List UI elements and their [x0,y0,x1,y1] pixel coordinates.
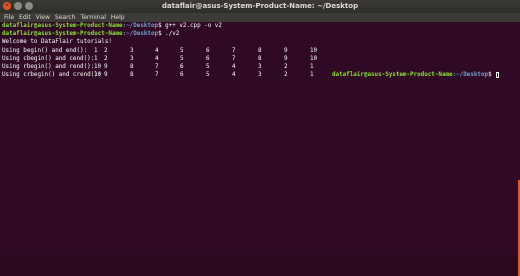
output-value: 4 [155,48,159,54]
prompt-user: dataflair@asus-System-Product-Name [2,23,123,29]
output-value: 5 [206,64,210,70]
menu-terminal[interactable]: Terminal [81,13,106,22]
output-value: 10 [310,48,318,54]
output-value: 8 [130,64,134,70]
window-title: dataflair@asus-System-Product-Name: ~/De… [161,2,359,10]
terminal-window: × dataflair@asus-System-Product-Name: ~/… [0,0,520,276]
output-value: 5 [180,48,184,54]
output-value: 2 [284,72,288,78]
output-value: 6 [206,56,210,62]
output-value: 5 [180,56,184,62]
output-value: 10 [310,56,318,62]
output-value: 5 [206,72,210,78]
row-label: Using cbegin() and cend(): [2,56,95,62]
output-value: 7 [232,56,236,62]
terminal-output[interactable]: dataflair@asus-System-Product-Name:~/Des… [0,22,514,254]
menu-edit[interactable]: Edit [19,13,31,22]
row-label: Using begin() and end(): [2,48,88,54]
output-value: 7 [232,48,236,54]
output-value: 3 [258,72,262,78]
output-value: 6 [206,48,210,54]
output-value: 6 [180,64,184,70]
prompt-path: :~/Desktop [122,23,159,29]
row-label: Using crbegin() and crend(): [2,72,102,78]
output-value: 3 [258,64,262,70]
output-value: 4 [232,64,236,70]
prompt-user: dataflair@asus-System-Product-Name [2,31,123,37]
command-text: $ g++ v2.cpp -o v2 [158,23,222,29]
output-value: 8 [258,48,262,54]
command-line-3: dataflair@asus-System-Product-Name:~/Des… [332,71,500,79]
menu-view[interactable]: View [36,13,50,22]
prompt-path: :~/Desktop [452,72,489,78]
title-bar[interactable]: × dataflair@asus-System-Product-Name: ~/… [0,0,520,13]
scrollbar[interactable] [514,22,520,276]
cursor [496,71,500,78]
menu-help[interactable]: Help [111,13,125,22]
prompt-user: dataflair@asus-System-Product-Name [332,72,453,78]
prompt-path: :~/Desktop [122,31,159,37]
output-value: 8 [258,56,262,62]
row-label: Using rbegin() and rend(): [2,64,95,70]
output-value: 3 [130,56,134,62]
output-value: 8 [130,72,134,78]
output-value: 9 [104,72,108,78]
output-value: 1 [310,72,314,78]
output-value: 7 [155,64,159,70]
command-line-2: dataflair@asus-System-Product-Name:~/Des… [2,30,179,38]
output-value: 3 [130,48,134,54]
command-text: $ ./v2 [158,31,180,37]
output-value: 9 [284,56,288,62]
output-value: 2 [104,48,108,54]
command-text: $ [488,72,496,78]
output-value: 2 [104,56,108,62]
output-value: 4 [232,72,236,78]
command-line-1: dataflair@asus-System-Product-Name:~/Des… [2,22,222,30]
output-value: 9 [284,48,288,54]
output-value: 2 [284,64,288,70]
output-value: 6 [180,72,184,78]
welcome-line: Welcome to DataFlair tutorials! [2,39,112,45]
output-value: 7 [155,72,159,78]
output-value: 4 [155,56,159,62]
output-value: 1 [310,64,314,70]
menu-bar: File Edit View Search Terminal Help [0,13,520,22]
menu-file[interactable]: File [4,13,14,22]
menu-search[interactable]: Search [55,13,76,22]
output-value: 9 [104,64,108,70]
